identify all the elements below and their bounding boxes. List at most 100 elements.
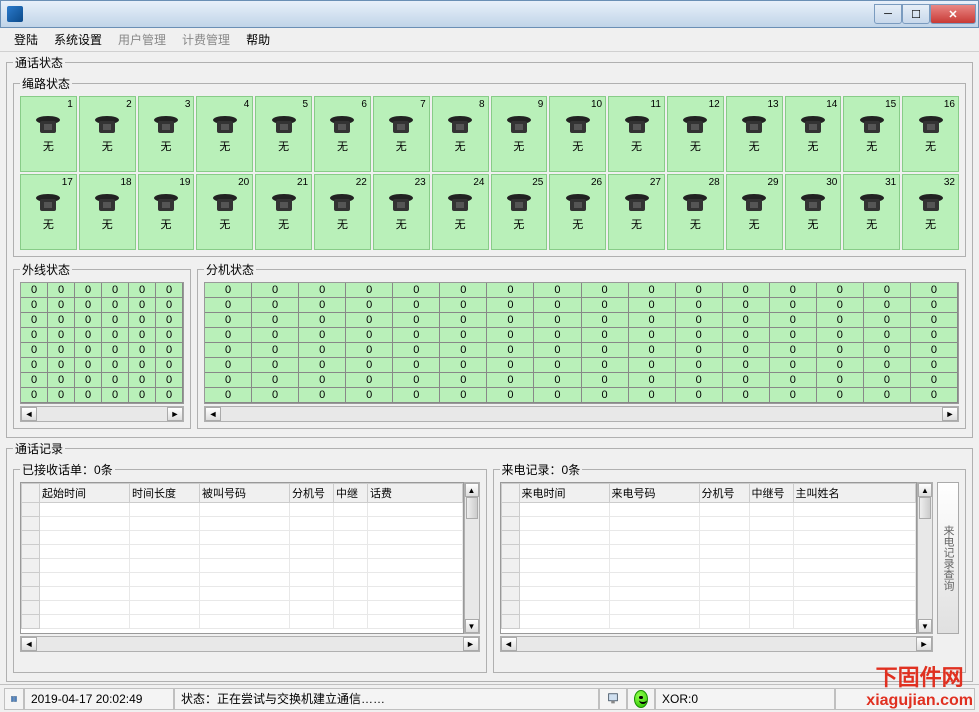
outline-cell[interactable]: 0 bbox=[102, 358, 129, 373]
trunk-cell[interactable]: 23无 bbox=[373, 174, 430, 250]
ext-cell[interactable]: 0 bbox=[440, 373, 487, 388]
outline-cell[interactable]: 0 bbox=[156, 298, 183, 313]
ext-hscroll[interactable]: ◄ ► bbox=[204, 406, 959, 422]
trunk-cell[interactable]: 27无 bbox=[608, 174, 665, 250]
table-row[interactable] bbox=[22, 601, 463, 615]
ext-cell[interactable]: 0 bbox=[582, 388, 629, 403]
ext-cell[interactable]: 0 bbox=[487, 298, 534, 313]
outline-cell[interactable]: 0 bbox=[156, 388, 183, 403]
trunk-cell[interactable]: 24无 bbox=[432, 174, 489, 250]
trunk-cell[interactable]: 2无 bbox=[79, 96, 136, 172]
ext-cell[interactable]: 0 bbox=[534, 388, 581, 403]
ext-cell[interactable]: 0 bbox=[346, 328, 393, 343]
menu-billing[interactable]: 计费管理 bbox=[174, 29, 238, 50]
ext-cell[interactable]: 0 bbox=[534, 283, 581, 298]
ext-cell[interactable]: 0 bbox=[393, 388, 440, 403]
incoming-table[interactable]: 来电时间 来电号码 分机号 中继号 主叫姓名 bbox=[500, 482, 918, 634]
ext-cell[interactable]: 0 bbox=[676, 283, 723, 298]
ext-cell[interactable]: 0 bbox=[817, 358, 864, 373]
table-row[interactable] bbox=[22, 503, 463, 517]
trunk-cell[interactable]: 12无 bbox=[667, 96, 724, 172]
table-row[interactable] bbox=[22, 573, 463, 587]
trunk-cell[interactable]: 4无 bbox=[196, 96, 253, 172]
ext-cell[interactable]: 0 bbox=[864, 283, 911, 298]
ext-cell[interactable]: 0 bbox=[582, 283, 629, 298]
ext-cell[interactable]: 0 bbox=[723, 328, 770, 343]
outline-cell[interactable]: 0 bbox=[129, 343, 156, 358]
ext-cell[interactable]: 0 bbox=[534, 373, 581, 388]
ext-cell[interactable]: 0 bbox=[393, 298, 440, 313]
ext-cell[interactable]: 0 bbox=[299, 283, 346, 298]
ext-cell[interactable]: 0 bbox=[770, 343, 817, 358]
minimize-button[interactable]: ─ bbox=[874, 4, 902, 24]
ext-cell[interactable]: 0 bbox=[299, 373, 346, 388]
trunk-cell[interactable]: 5无 bbox=[255, 96, 312, 172]
menu-users[interactable]: 用户管理 bbox=[110, 29, 174, 50]
outline-cell[interactable]: 0 bbox=[156, 343, 183, 358]
trunk-cell[interactable]: 19无 bbox=[138, 174, 195, 250]
ext-cell[interactable]: 0 bbox=[864, 343, 911, 358]
ext-cell[interactable]: 0 bbox=[252, 298, 299, 313]
ext-cell[interactable]: 0 bbox=[770, 298, 817, 313]
ext-cell[interactable]: 0 bbox=[770, 313, 817, 328]
ext-cell[interactable]: 0 bbox=[582, 328, 629, 343]
scroll-right-icon[interactable]: ► bbox=[916, 637, 932, 651]
ext-cell[interactable]: 0 bbox=[864, 373, 911, 388]
trunk-cell[interactable]: 28无 bbox=[667, 174, 724, 250]
trunk-cell[interactable]: 21无 bbox=[255, 174, 312, 250]
ext-cell[interactable]: 0 bbox=[205, 298, 252, 313]
ext-cell[interactable]: 0 bbox=[440, 358, 487, 373]
incoming-vscroll[interactable]: ▲ ▼ bbox=[917, 482, 933, 634]
ext-cell[interactable]: 0 bbox=[911, 283, 958, 298]
ext-cell[interactable]: 0 bbox=[629, 373, 676, 388]
trunk-cell[interactable]: 9无 bbox=[491, 96, 548, 172]
ext-cell[interactable]: 0 bbox=[817, 373, 864, 388]
ext-cell[interactable]: 0 bbox=[723, 358, 770, 373]
ext-cell[interactable]: 0 bbox=[252, 373, 299, 388]
table-row[interactable] bbox=[501, 517, 916, 531]
ext-cell[interactable]: 0 bbox=[676, 298, 723, 313]
ext-cell[interactable]: 0 bbox=[440, 388, 487, 403]
ext-cell[interactable]: 0 bbox=[487, 358, 534, 373]
ext-cell[interactable]: 0 bbox=[393, 358, 440, 373]
outline-cell[interactable]: 0 bbox=[102, 343, 129, 358]
ext-cell[interactable]: 0 bbox=[205, 313, 252, 328]
ext-cell[interactable]: 0 bbox=[911, 373, 958, 388]
ext-cell[interactable]: 0 bbox=[252, 358, 299, 373]
ext-cell[interactable]: 0 bbox=[205, 343, 252, 358]
scroll-left-icon[interactable]: ◄ bbox=[501, 637, 517, 651]
menu-help[interactable]: 帮助 bbox=[238, 29, 278, 50]
ext-cell[interactable]: 0 bbox=[346, 373, 393, 388]
ext-cell[interactable]: 0 bbox=[864, 358, 911, 373]
ext-cell[interactable]: 0 bbox=[676, 388, 723, 403]
table-row[interactable] bbox=[501, 545, 916, 559]
ext-cell[interactable]: 0 bbox=[487, 328, 534, 343]
trunk-cell[interactable]: 20无 bbox=[196, 174, 253, 250]
ext-cell[interactable]: 0 bbox=[346, 313, 393, 328]
scroll-thumb[interactable] bbox=[466, 497, 478, 519]
scroll-thumb[interactable] bbox=[919, 497, 931, 519]
ext-cell[interactable]: 0 bbox=[676, 328, 723, 343]
ext-cell[interactable]: 0 bbox=[911, 298, 958, 313]
trunk-cell[interactable]: 11无 bbox=[608, 96, 665, 172]
outline-cell[interactable]: 0 bbox=[156, 358, 183, 373]
scroll-right-icon[interactable]: ► bbox=[942, 407, 958, 421]
ext-cell[interactable]: 0 bbox=[864, 328, 911, 343]
received-vscroll[interactable]: ▲ ▼ bbox=[464, 482, 480, 634]
ext-cell[interactable]: 0 bbox=[487, 373, 534, 388]
ext-cell[interactable]: 0 bbox=[911, 388, 958, 403]
ext-cell[interactable]: 0 bbox=[629, 343, 676, 358]
ext-cell[interactable]: 0 bbox=[534, 343, 581, 358]
outline-cell[interactable]: 0 bbox=[102, 373, 129, 388]
ext-cell[interactable]: 0 bbox=[723, 313, 770, 328]
ext-cell[interactable]: 0 bbox=[440, 283, 487, 298]
ext-cell[interactable]: 0 bbox=[346, 358, 393, 373]
ext-cell[interactable]: 0 bbox=[346, 388, 393, 403]
outline-cell[interactable]: 0 bbox=[75, 298, 102, 313]
trunk-cell[interactable]: 8无 bbox=[432, 96, 489, 172]
outline-cell[interactable]: 0 bbox=[21, 298, 48, 313]
outline-cell[interactable]: 0 bbox=[129, 283, 156, 298]
ext-cell[interactable]: 0 bbox=[911, 343, 958, 358]
trunk-cell[interactable]: 29无 bbox=[726, 174, 783, 250]
trunk-cell[interactable]: 32无 bbox=[902, 174, 959, 250]
